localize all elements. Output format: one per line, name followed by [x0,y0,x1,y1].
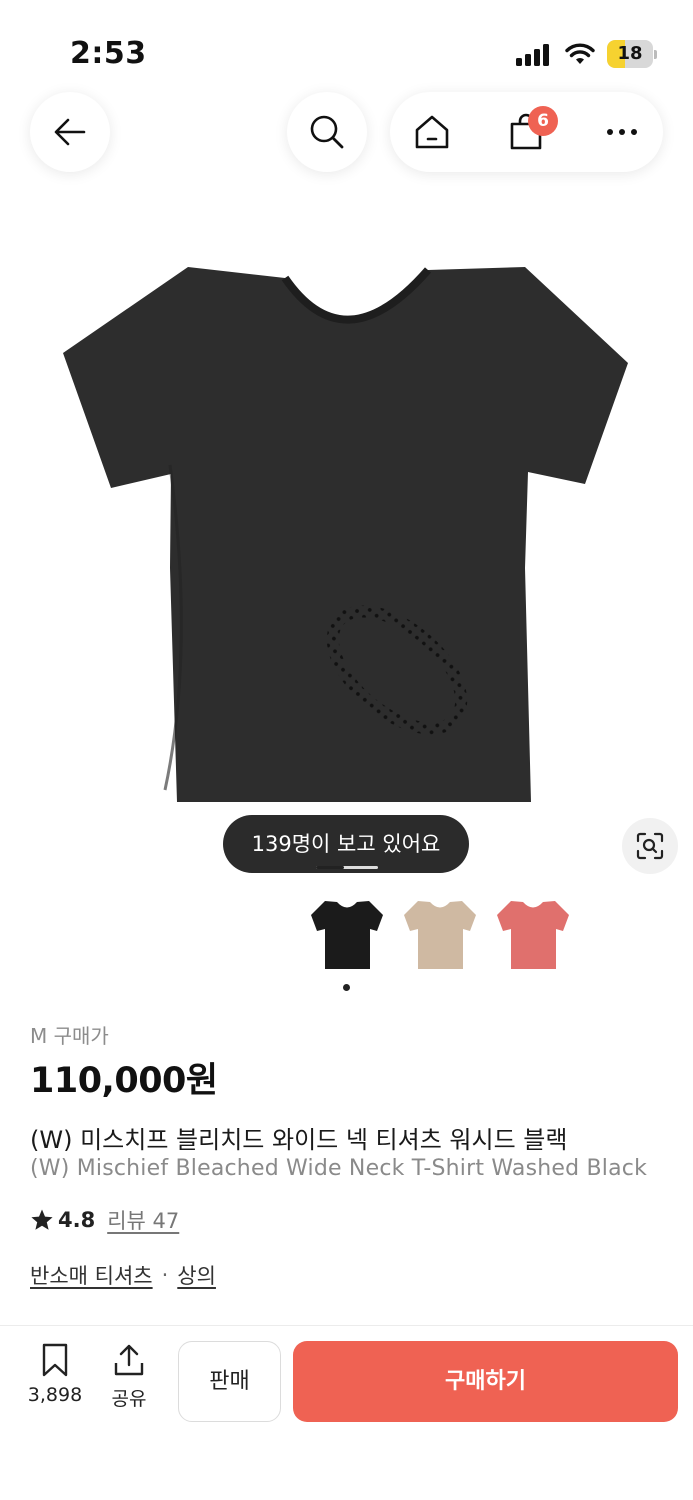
image-search-button[interactable] [622,818,678,874]
image-pager-active [316,866,344,869]
wifi-icon [565,43,595,64]
share-icon [114,1344,144,1376]
battery-icon: 18 [607,40,657,68]
cellular-signal-icon [516,44,552,66]
variant-selected-indicator [343,984,350,991]
arrow-left-icon [54,118,86,146]
search-icon [310,115,344,149]
buy-button[interactable]: 구매하기 [293,1341,678,1422]
image-search-icon [636,832,664,860]
bookmark-count: 3,898 [27,1384,83,1406]
variant-shape [311,901,383,969]
bookmark-icon [42,1343,68,1377]
variant-shape [497,901,569,969]
battery-percent: 18 [617,43,643,64]
cart-count-badge: 6 [528,106,558,136]
share-label: 공유 [111,1388,147,1410]
top-action-bar: 6 [390,92,663,172]
home-button[interactable] [408,92,456,172]
more-horizontal-icon [607,129,637,135]
variant-thumb-pink[interactable] [491,893,575,977]
category-separator: · [161,1263,169,1287]
category-breadcrumb: 반소매 티셔츠 · 상의 [30,1260,216,1290]
status-time: 2:53 [70,36,147,71]
sell-button[interactable]: 판매 [178,1341,281,1422]
rating-value: 4.8 [58,1208,96,1232]
search-button[interactable] [287,92,367,172]
star-icon [31,1209,53,1230]
viewers-count-pill: 139명이 보고 있어요 [223,815,469,873]
product-image[interactable] [45,250,645,820]
product-name-english: (W) Mischief Bleached Wide Neck T-Shirt … [30,1156,648,1181]
rating-row: 4.8 리뷰 47 [30,1205,179,1235]
category-link-top[interactable]: 상의 [177,1260,216,1290]
back-button[interactable] [30,92,110,172]
variant-thumb-black[interactable] [305,893,389,977]
bookmark-button[interactable]: 3,898 [22,1342,88,1417]
product-price: 110,000원 [30,1061,218,1101]
home-icon [415,115,449,149]
status-bar: 2:53 18 [0,0,693,90]
product-name-korean: (W) 미스치프 블리치드 와이드 넥 티셔츠 워시드 블랙 [30,1126,568,1154]
more-button[interactable] [596,92,648,172]
variant-thumb-beige[interactable] [398,893,482,977]
size-price-label: M 구매가 [30,1024,109,1048]
variant-shape [404,901,476,969]
share-button[interactable]: 공유 [100,1342,158,1417]
review-link[interactable]: 리뷰 47 [107,1205,179,1235]
category-link-tshirt[interactable]: 반소매 티셔츠 [30,1260,153,1290]
